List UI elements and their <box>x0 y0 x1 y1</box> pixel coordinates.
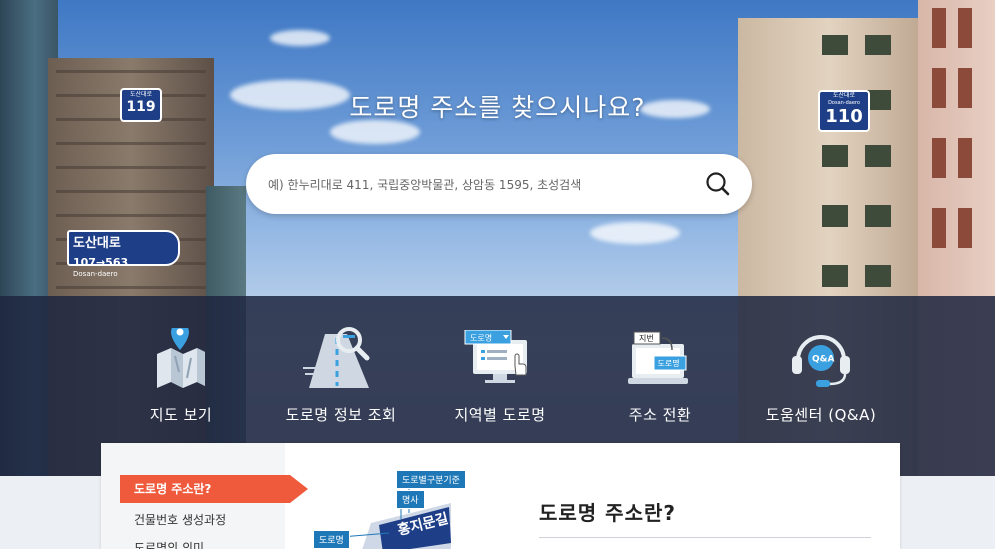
building-windows <box>822 35 891 287</box>
headset-icon: Q&A <box>792 335 850 387</box>
nav-label: 지역별 도로명 <box>454 406 546 424</box>
sidebar-item-road-name-meaning[interactable]: 도로명의 의미 <box>134 539 204 549</box>
building-windows <box>932 8 972 248</box>
search-button[interactable] <box>704 170 732 198</box>
content-title: 도로명 주소란? <box>539 501 676 525</box>
nav-item-road-info[interactable]: 도로명 정보 조회 <box>256 324 426 425</box>
nav-item-help-center[interactable]: Q&A 도움센터 (Q&A) <box>736 324 906 425</box>
nav-item-region-road[interactable]: 도로명 지역별 도로명 <box>415 324 585 425</box>
badge-text: Q&A <box>812 355 834 365</box>
search-box <box>246 154 752 214</box>
nav-label: 지도 보기 <box>149 406 213 424</box>
nav-label: 도움센터 (Q&A) <box>765 406 877 424</box>
hero-title: 도로명 주소를 찾으시나요? <box>349 93 646 122</box>
street-sign: 도산대로 107→563 Dosan-daero <box>67 230 180 278</box>
badge-text: 지번 <box>639 334 654 343</box>
street-sign-name: 도산대로 <box>73 236 121 251</box>
divider <box>539 537 871 538</box>
road-search-icon <box>303 327 370 388</box>
cloud <box>270 30 330 46</box>
sidebar-item-building-number[interactable]: 건물번호 생성과정 <box>134 511 226 528</box>
map-pin-icon <box>157 328 205 388</box>
street-sign-romanized: Dosan-daero <box>73 270 118 278</box>
search-input[interactable] <box>266 168 690 202</box>
nav-label: 도로명 정보 조회 <box>285 406 397 424</box>
illustration-tag: 도로명 <box>313 530 350 549</box>
badge-text: 도로명 <box>658 358 680 368</box>
content-panel: 도로명 주소란? 건물번호 생성과정 도로명의 의미 홍지문길 도로별구분기준 … <box>101 443 900 549</box>
illustration-tag: 도로별구분기준 <box>396 470 466 489</box>
badge-text: 도로명 <box>470 333 492 343</box>
street-sign-range: 107→563 <box>73 256 129 269</box>
cloud <box>590 222 680 244</box>
nav-item-map[interactable]: 지도 보기 <box>96 324 266 425</box>
region-monitor-icon: 도로명 <box>464 330 527 383</box>
nav-item-address-convert[interactable]: 지번 도로명 주소 전환 <box>575 324 745 425</box>
nav-label: 주소 전환 <box>628 406 692 424</box>
illustration-tag: 명사 <box>396 490 425 509</box>
search-icon <box>706 172 730 196</box>
address-convert-icon: 지번 도로명 <box>628 331 688 384</box>
sidebar-item-what-is-road-address[interactable]: 도로명 주소란? <box>120 475 308 503</box>
